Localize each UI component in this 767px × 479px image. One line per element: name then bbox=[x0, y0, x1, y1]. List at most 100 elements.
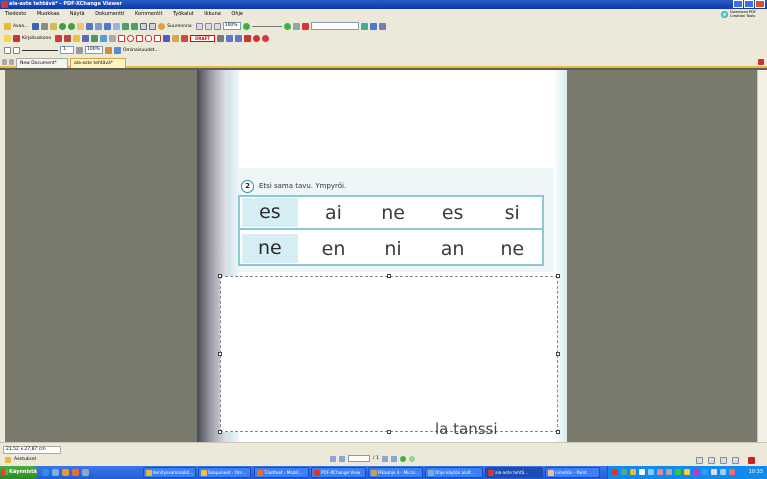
back-icon[interactable] bbox=[59, 22, 67, 30]
email-icon[interactable] bbox=[50, 22, 58, 30]
zoom-out-icon[interactable] bbox=[242, 22, 250, 30]
zoom-slider[interactable] bbox=[251, 25, 282, 27]
resize-handle[interactable] bbox=[218, 352, 222, 356]
perimeter-icon[interactable] bbox=[235, 34, 243, 42]
stamp-icon[interactable] bbox=[181, 34, 189, 42]
maximize-button[interactable] bbox=[744, 0, 754, 8]
taskbar-button[interactable]: Kehitysvammaliit... bbox=[143, 467, 196, 478]
actual-size-icon[interactable] bbox=[195, 22, 203, 30]
quick-launch-desktop-icon[interactable] bbox=[52, 469, 59, 476]
highlight-icon[interactable] bbox=[301, 22, 309, 30]
area-icon[interactable] bbox=[226, 34, 234, 42]
forward-icon[interactable] bbox=[68, 22, 76, 30]
find-icon[interactable] bbox=[360, 22, 368, 30]
rectangle-icon[interactable] bbox=[118, 34, 126, 42]
page-number-field[interactable] bbox=[348, 455, 370, 462]
resize-handle[interactable] bbox=[556, 352, 560, 356]
menu-item-help[interactable]: Ohje bbox=[226, 9, 247, 20]
fill-color-icon[interactable] bbox=[4, 46, 11, 54]
zoom-tool-label[interactable]: Suurennna bbox=[167, 24, 191, 29]
close-tab-icon[interactable] bbox=[758, 59, 764, 65]
tray-icon[interactable] bbox=[702, 469, 708, 475]
minimize-button[interactable] bbox=[733, 0, 743, 8]
tab-ala-aste-tehtava[interactable]: ala-aste tehtävä* bbox=[70, 58, 126, 68]
oval-icon[interactable] bbox=[127, 34, 135, 42]
options-icon[interactable] bbox=[5, 457, 11, 463]
menu-item-tools[interactable]: Työkalut bbox=[168, 9, 198, 20]
taskbar-button-active[interactable]: ala-aste tehtä... bbox=[485, 467, 543, 478]
quick-launch-firefox-icon[interactable] bbox=[72, 469, 79, 476]
open-button-label[interactable]: Avaa... bbox=[13, 24, 28, 29]
taskbar-button[interactable]: Saapuneet - Om... bbox=[198, 467, 251, 478]
link-icon[interactable] bbox=[292, 22, 300, 30]
measure-icon[interactable] bbox=[217, 34, 225, 42]
fit-width-icon[interactable] bbox=[149, 22, 157, 30]
facing-view-icon[interactable] bbox=[720, 457, 727, 464]
border-color-icon[interactable] bbox=[13, 46, 20, 54]
single-page-view-icon[interactable] bbox=[696, 457, 703, 464]
prev-page-button[interactable] bbox=[339, 455, 345, 462]
rotate-right-icon[interactable] bbox=[131, 22, 139, 30]
fit-page-icon[interactable] bbox=[140, 22, 148, 30]
syllable-option[interactable]: ai bbox=[304, 202, 364, 224]
pdf-status-icon[interactable] bbox=[748, 457, 755, 464]
tray-icon[interactable] bbox=[657, 469, 663, 475]
rotate-left-icon[interactable] bbox=[122, 22, 130, 30]
typewriter-label[interactable]: Kirjoituskone bbox=[22, 36, 51, 41]
highlighter-icon[interactable] bbox=[73, 34, 81, 42]
hand-tool-icon[interactable] bbox=[77, 22, 85, 30]
syllable-option[interactable]: ne bbox=[363, 202, 423, 224]
tab-nav-icon[interactable] bbox=[9, 59, 14, 65]
line-width-field[interactable]: 1 bbox=[60, 46, 74, 54]
syllable-option[interactable]: en bbox=[304, 238, 364, 260]
quick-launch-mail-icon[interactable] bbox=[82, 469, 89, 476]
go-back-icon[interactable] bbox=[399, 455, 406, 462]
continuous-view-icon[interactable] bbox=[708, 457, 715, 464]
select-text-icon[interactable] bbox=[86, 22, 94, 30]
pin-icon[interactable] bbox=[163, 34, 171, 42]
find-next-icon[interactable] bbox=[369, 22, 377, 30]
tray-icon[interactable] bbox=[693, 469, 699, 475]
polygon-icon[interactable] bbox=[136, 34, 144, 42]
properties-icon[interactable] bbox=[114, 46, 121, 54]
two-page-icon[interactable] bbox=[213, 22, 221, 30]
network-icon[interactable] bbox=[720, 469, 726, 475]
taskbar-button[interactable]: PDF-XChange View bbox=[311, 467, 366, 478]
opacity-icon[interactable] bbox=[76, 46, 83, 54]
resize-handle[interactable] bbox=[556, 274, 560, 278]
tray-icon[interactable] bbox=[684, 469, 690, 475]
vertical-scrollbar[interactable] bbox=[757, 70, 767, 442]
resize-handle[interactable] bbox=[387, 430, 391, 434]
stamp-draft-selector[interactable]: DRAFT bbox=[190, 34, 216, 42]
redo-icon[interactable] bbox=[113, 22, 121, 30]
strikeout-icon[interactable] bbox=[82, 34, 90, 42]
menu-item-file[interactable]: Tiedosto bbox=[0, 9, 30, 20]
callout-icon[interactable] bbox=[64, 34, 72, 42]
options-menu[interactable]: Asetukset bbox=[14, 457, 36, 462]
resize-handle[interactable] bbox=[387, 274, 391, 278]
font-color-icon[interactable] bbox=[105, 46, 112, 54]
undo-icon[interactable] bbox=[104, 22, 112, 30]
syllable-option[interactable]: an bbox=[423, 238, 483, 260]
line-icon[interactable] bbox=[109, 34, 117, 42]
tray-icon[interactable] bbox=[612, 469, 618, 475]
selected-text-box-annotation[interactable] bbox=[218, 274, 560, 434]
underline-icon[interactable] bbox=[91, 34, 99, 42]
first-page-button[interactable] bbox=[330, 455, 336, 462]
resize-handle[interactable] bbox=[218, 274, 222, 278]
tray-icon[interactable] bbox=[621, 469, 627, 475]
quick-launch-media-icon[interactable] bbox=[62, 469, 69, 476]
last-page-button[interactable] bbox=[390, 455, 397, 462]
textbox-icon[interactable] bbox=[55, 34, 63, 42]
snapshot-icon[interactable] bbox=[95, 22, 103, 30]
properties-label[interactable]: Ominaisuudet... bbox=[123, 48, 159, 53]
tab-new-document[interactable]: New Document* bbox=[16, 58, 68, 68]
quick-launch-ie-icon[interactable] bbox=[42, 469, 49, 476]
page-view-icon[interactable] bbox=[204, 22, 212, 30]
tray-icon[interactable] bbox=[666, 469, 672, 475]
menu-item-document[interactable]: Dokumentti bbox=[90, 9, 128, 20]
resize-handle[interactable] bbox=[218, 430, 222, 434]
menu-item-edit[interactable]: Muokkaa bbox=[32, 9, 63, 20]
sound-icon[interactable] bbox=[253, 34, 261, 42]
zoom-in-icon[interactable] bbox=[283, 22, 291, 30]
